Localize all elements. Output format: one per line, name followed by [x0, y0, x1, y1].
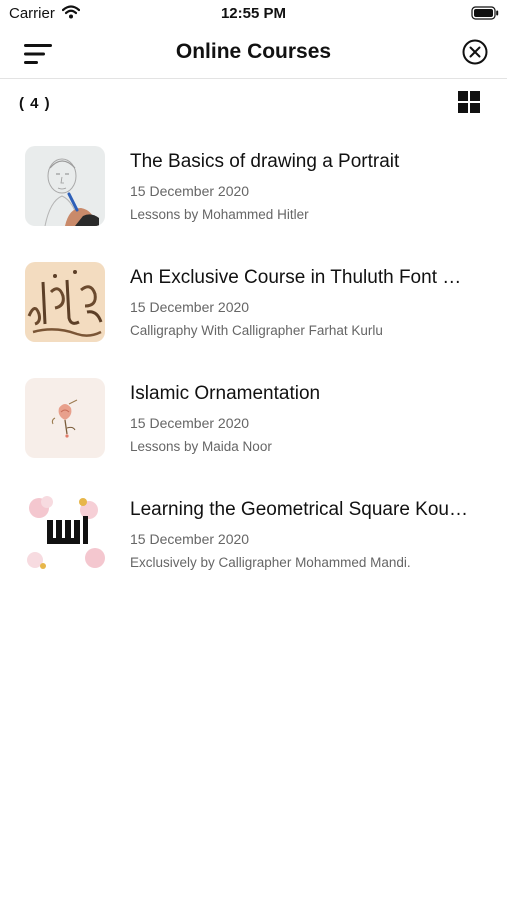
- menu-sort-button[interactable]: [22, 42, 54, 66]
- course-author: Exclusively by Calligrapher Mohammed Man…: [130, 555, 411, 570]
- course-item[interactable]: Learning the Geometrical Square Koufi...…: [0, 488, 507, 584]
- course-item[interactable]: An Exclusive Course in Thuluth Font Ca..…: [0, 256, 507, 352]
- course-title: The Basics of drawing a Portrait: [130, 151, 400, 172]
- menu-sort-icon: [24, 44, 52, 64]
- grid-view-icon: [458, 91, 480, 113]
- course-author: Calligraphy With Calligrapher Farhat Kur…: [130, 323, 383, 338]
- course-author: Lessons by Mohammed Hitler: [130, 207, 309, 222]
- ornament-flower-thumbnail: [25, 378, 105, 458]
- nav-bar: Online Courses: [0, 28, 507, 79]
- course-date: 15 December 2020: [130, 415, 250, 431]
- course-item[interactable]: Islamic Ornamentation 15 December 2020 L…: [0, 372, 507, 468]
- course-date: 15 December 2020: [130, 531, 250, 547]
- course-item[interactable]: The Basics of drawing a Portrait 15 Dece…: [0, 140, 507, 236]
- course-title: Islamic Ornamentation: [130, 383, 321, 404]
- close-button[interactable]: [461, 38, 489, 66]
- course-title: An Exclusive Course in Thuluth Font Ca..…: [130, 267, 470, 288]
- course-count: ( 4 ): [19, 95, 51, 112]
- course-date: 15 December 2020: [130, 299, 250, 315]
- status-bar: Carrier 12:55 PM: [0, 0, 507, 28]
- status-time: 12:55 PM: [220, 5, 287, 22]
- course-author: Lessons by Maida Noor: [130, 439, 272, 454]
- course-title: Learning the Geometrical Square Koufi...: [130, 499, 470, 520]
- koufi-floral-thumbnail: [25, 494, 105, 574]
- battery-icon: [471, 6, 499, 25]
- calligraphy-thumbnail: [25, 262, 105, 342]
- course-date: 15 December 2020: [130, 183, 250, 199]
- portrait-sketch-thumbnail: [25, 146, 105, 226]
- grid-view-button[interactable]: [458, 91, 480, 113]
- close-circle-icon: [462, 39, 488, 65]
- page-title: Online Courses: [175, 40, 332, 63]
